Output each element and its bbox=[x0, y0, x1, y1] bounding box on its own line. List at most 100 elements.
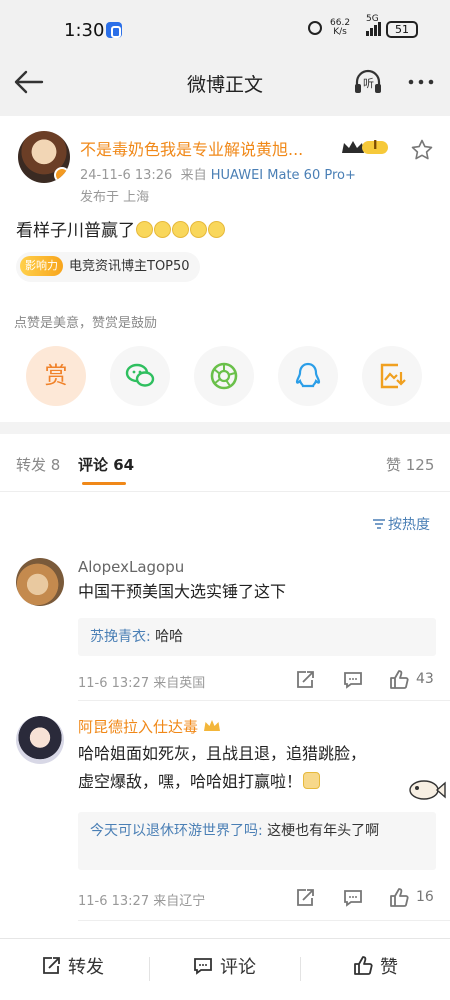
bottom-like-button[interactable]: 赞 bbox=[352, 953, 398, 979]
share-row: 赏 bbox=[0, 346, 450, 410]
like-count: 16 bbox=[416, 889, 434, 905]
comment-text-line2-text: 虚空爆敌，嘿，哈哈姐打赢啦！ bbox=[78, 772, 303, 791]
commenter-name[interactable]: AlopexLagopu bbox=[78, 558, 184, 576]
alarm-icon bbox=[308, 21, 322, 35]
qq-share-button[interactable] bbox=[278, 346, 338, 406]
comment-reply[interactable]: 今天可以退休环游世界了吗: 这梗也有年头了啊 bbox=[78, 812, 436, 870]
moments-share-button[interactable] bbox=[194, 346, 254, 406]
bottom-action-bar: 转发 评论 赞 bbox=[0, 938, 450, 1000]
status-bar: 1:30 66.2 K/s 5G 51 bbox=[0, 0, 450, 60]
post-location: 发布于 上海 bbox=[80, 190, 150, 205]
wechat-share-button[interactable] bbox=[110, 346, 170, 406]
sort-toggle[interactable]: 按热度 bbox=[372, 514, 430, 534]
like-icon[interactable] bbox=[388, 887, 410, 913]
commenter-avatar[interactable] bbox=[16, 716, 64, 764]
comment-actions: 43 bbox=[294, 669, 444, 693]
comment-actions: 16 bbox=[294, 887, 444, 911]
source-device[interactable]: HUAWEI Mate 60 Pro+ bbox=[211, 168, 356, 183]
influence-tag-text: 电竞资讯博主TOP50 bbox=[69, 259, 190, 274]
comment-meta: 11-6 13:27 来自辽宁 bbox=[78, 894, 206, 909]
comment-icon bbox=[194, 958, 212, 975]
sort-label: 按热度 bbox=[388, 517, 430, 533]
comment-icon[interactable] bbox=[342, 887, 364, 913]
influence-logo: 影响力 bbox=[20, 256, 63, 276]
reply-text: 哈哈 bbox=[155, 629, 184, 645]
like-icon[interactable] bbox=[388, 669, 410, 695]
bottom-comment-button[interactable]: 评论 bbox=[192, 953, 256, 979]
tab-comment[interactable]: 评论 64 bbox=[78, 454, 134, 475]
comment-icon[interactable] bbox=[342, 669, 364, 695]
influence-tag[interactable]: 影响力 电竞资讯博主TOP50 bbox=[16, 252, 200, 282]
post-meta: 24-11-6 13:26 来自 HUAWEI Mate 60 Pro+ bbox=[80, 164, 356, 183]
comment-item: AlopexLagopu 中国干预美国大选实锤了这下 苏挽青衣: 哈哈 11-6… bbox=[0, 556, 450, 696]
grin-emoji-icon bbox=[190, 221, 207, 238]
bottom-separator bbox=[300, 957, 301, 981]
comment-text-line2: 虚空爆敌，嘿，哈哈姐打赢啦！ bbox=[78, 768, 366, 796]
bottom-separator bbox=[149, 957, 150, 981]
crown-icon bbox=[203, 720, 220, 731]
active-tab-indicator bbox=[82, 482, 126, 485]
repost-icon[interactable] bbox=[294, 887, 316, 913]
post-text: 看样子川普赢了 bbox=[16, 221, 135, 241]
author-avatar[interactable] bbox=[18, 131, 70, 183]
status-time: 1:30 bbox=[64, 20, 105, 41]
author-name[interactable]: 不是毒奶色我是专业解说黄旭... bbox=[80, 136, 303, 160]
comment-divider bbox=[78, 700, 450, 701]
repost-icon[interactable] bbox=[294, 669, 316, 695]
comment-item: 阿昆德拉入仕达毒 哈哈姐面如死灰，且战且退，追猎跳脸， 虚空爆敌，嘿，哈哈姐打赢… bbox=[0, 714, 450, 909]
weibo-detail-page: 1:30 66.2 K/s 5G 51 微博正文 听 不是毒奶色我是专业解说黄旭.… bbox=[0, 0, 450, 1000]
save-image-button[interactable] bbox=[362, 346, 422, 406]
comment-divider bbox=[78, 920, 450, 921]
tab-repost[interactable]: 转发 8 bbox=[16, 454, 60, 475]
listen-label: 听 bbox=[363, 77, 374, 90]
grin-emoji-icon bbox=[208, 221, 225, 238]
network-speed: 66.2 K/s bbox=[330, 19, 350, 37]
nav-divider bbox=[0, 106, 450, 116]
vip-level: I bbox=[373, 138, 378, 152]
tab-like[interactable]: 赞 125 bbox=[386, 454, 434, 475]
post-date: 24-11-6 13:26 bbox=[80, 168, 173, 183]
reward-button[interactable]: 赏 bbox=[26, 346, 86, 406]
commenter-avatar[interactable] bbox=[16, 558, 64, 606]
section-divider bbox=[0, 422, 450, 434]
qq-icon bbox=[295, 362, 321, 388]
vip-badge: I bbox=[340, 137, 390, 157]
listen-button[interactable]: 听 bbox=[352, 68, 384, 96]
like-count: 43 bbox=[416, 671, 434, 687]
verified-badge-icon bbox=[54, 167, 70, 183]
sort-icon bbox=[373, 519, 385, 529]
repost-icon bbox=[43, 957, 60, 974]
speed-unit: K/s bbox=[333, 27, 347, 37]
wechat-icon bbox=[125, 363, 155, 387]
crown-icon bbox=[342, 141, 388, 154]
favorite-star-icon[interactable] bbox=[410, 138, 434, 162]
moments-icon bbox=[210, 362, 238, 390]
reward-hint: 点赞是美意，赞赏是鼓励 bbox=[14, 316, 158, 331]
bottom-repost-label: 转发 bbox=[68, 957, 104, 978]
bottom-comment-label: 评论 bbox=[220, 957, 256, 978]
post-content: 看样子川普赢了 bbox=[16, 216, 225, 241]
reply-text: 这梗也有年头了啊 bbox=[267, 823, 380, 839]
reply-author[interactable]: 今天可以退休环游世界了吗: bbox=[90, 823, 263, 839]
grin-emoji-icon bbox=[172, 221, 189, 238]
source-prefix: 来自 bbox=[180, 168, 207, 183]
battery-indicator: 51 bbox=[386, 21, 418, 38]
more-icon[interactable] bbox=[404, 68, 438, 96]
fish-sticker-icon bbox=[406, 776, 446, 804]
grin-emoji-icon bbox=[154, 221, 171, 238]
comment-text: 中国干预美国大选实锤了这下 bbox=[78, 582, 287, 601]
doge-emoji-icon bbox=[303, 772, 321, 789]
bottom-repost-button[interactable]: 转发 bbox=[40, 953, 104, 979]
comment-meta: 11-6 13:27 来自英国 bbox=[78, 676, 206, 691]
comment-text-line1: 哈哈姐面如死灰，且战且退，追猎跳脸， bbox=[78, 744, 367, 763]
image-download-icon bbox=[380, 363, 406, 389]
commenter-name[interactable]: 阿昆德拉入仕达毒 bbox=[78, 716, 221, 737]
top-nav-bar: 微博正文 听 bbox=[0, 60, 450, 106]
comment-text: 哈哈姐面如死灰，且战且退，追猎跳脸， 虚空爆敌，嘿，哈哈姐打赢啦！ bbox=[78, 740, 366, 796]
tab-bar: 转发 8 评论 64 赞 125 bbox=[0, 436, 450, 492]
reply-author[interactable]: 苏挽青衣: bbox=[90, 629, 151, 645]
bottom-like-label: 赞 bbox=[380, 957, 398, 978]
app-notification-icon bbox=[106, 22, 122, 38]
comment-reply[interactable]: 苏挽青衣: 哈哈 bbox=[78, 618, 436, 656]
like-icon bbox=[354, 956, 373, 975]
